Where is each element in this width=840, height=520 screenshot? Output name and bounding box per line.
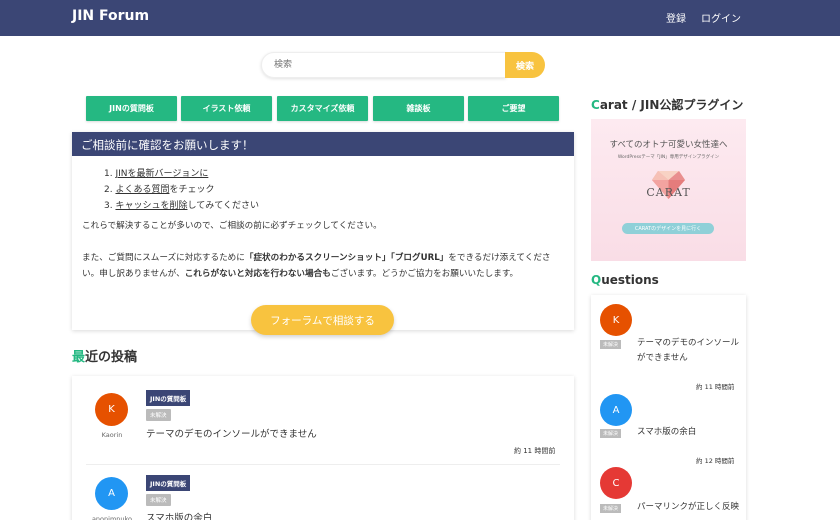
register-link[interactable]: 登録 xyxy=(666,10,686,25)
notice-emphasis: これらがないと対応を行わない場合も xyxy=(184,269,331,279)
site-brand[interactable]: JIN Forum xyxy=(72,8,149,24)
ad-subtitle: WordPressテーマ「JIN」専用デザインプラグイン xyxy=(617,155,720,160)
title-accent: C xyxy=(591,98,600,112)
notice-step: 1. JINを最新バージョンに xyxy=(104,166,259,182)
notice-title: ご相談前に確認をお願いします！ xyxy=(72,132,574,156)
title-text: arat / JIN公認プラグイン xyxy=(599,98,744,112)
title-accent: 最 xyxy=(72,350,86,365)
status-badge: 未解決 xyxy=(146,409,171,421)
notice-step: 3. キャッシュを削除してみてください xyxy=(104,198,259,214)
search-bar: 検索 xyxy=(261,52,545,78)
notice-emphasis: 「症状のわかるスクリーンショット」「ブログURL」 xyxy=(244,253,449,263)
category-button-customize[interactable]: カスタマイズ依頼 xyxy=(277,96,368,121)
notice-text: また、ご質問にスムーズに対応するために xyxy=(82,253,245,263)
update-version-link[interactable]: JINを最新バージョンに xyxy=(115,169,208,179)
avatar[interactable]: K xyxy=(95,393,128,426)
title-accent: Q xyxy=(591,273,602,287)
title-text: uestions xyxy=(601,273,659,287)
recent-posts-list: K Kaorin JINの質問板 未解決 テーマのデモのインソールができません … xyxy=(72,376,574,520)
notice-text: ございます。どうかご協力をお願いいたします。 xyxy=(330,269,519,279)
step-number: 1. xyxy=(104,169,113,179)
category-buttons: JINの質問板 イラスト依頼 カスタマイズ依頼 雑談板 ご要望 xyxy=(86,96,559,121)
avatar[interactable]: C xyxy=(600,467,632,499)
step-number: 3. xyxy=(104,201,113,211)
carat-ad-banner[interactable]: すべてのオトナ可愛い女性達へ WordPressテーマ「JIN」専用デザインプラ… xyxy=(591,119,746,261)
clear-cache-link[interactable]: キャッシュを削除 xyxy=(115,201,187,211)
status-badge: 未解決 xyxy=(600,340,622,349)
step-number: 2. xyxy=(104,185,113,195)
ad-logo: CARAT xyxy=(646,186,691,199)
search-input[interactable] xyxy=(261,52,506,78)
step-text: をチェック xyxy=(169,185,215,195)
notice-steps: 1. JINを最新バージョンに 2. よくある質問をチェック 3. キャッシュを… xyxy=(104,166,259,214)
title-text: 近の投稿 xyxy=(85,350,138,365)
questions-list: K 未解決 テーマのデモのインソールができません 約 11 時間前 A 未解決 … xyxy=(591,295,746,520)
notice-paragraph-1: これらで解決することが多いので、ご相談の前に必ずチェックしてください。 xyxy=(82,221,382,231)
status-badge: 未解決 xyxy=(600,429,622,438)
category-button-illustration[interactable]: イラスト依頼 xyxy=(181,96,272,121)
question-time: 約 11 時間前 xyxy=(696,383,735,391)
category-button-requests[interactable]: ご要望 xyxy=(468,96,559,121)
avatar[interactable]: A xyxy=(600,394,632,426)
question-title-link[interactable]: テーマのデモのインソールができません xyxy=(637,336,743,366)
plugin-section-title: Carat / JIN公認プラグイン xyxy=(591,96,743,113)
login-link[interactable]: ログイン xyxy=(701,10,741,25)
question-title-link[interactable]: スマホ版の余白 xyxy=(637,425,743,440)
post-title-link[interactable]: テーマのデモのインソールができません xyxy=(146,426,317,440)
post-author[interactable]: Kaorin xyxy=(92,431,132,439)
question-time: 約 12 時間前 xyxy=(696,457,735,465)
notice-paragraph-2: また、ご質問にスムーズに対応するために「症状のわかるスクリーンショット」「ブログ… xyxy=(82,250,566,282)
post-category-badge[interactable]: JINの質問板 xyxy=(146,475,191,491)
status-badge: 未解決 xyxy=(600,504,622,513)
avatar[interactable]: K xyxy=(600,304,632,336)
category-button-chat[interactable]: 雑談板 xyxy=(373,96,464,121)
post-time: 約 11 時間前 xyxy=(514,447,556,455)
search-button[interactable]: 検索 xyxy=(505,52,545,78)
site-header: JIN Forum 登録 ログイン xyxy=(0,0,840,36)
questions-section-title: Questions xyxy=(591,273,659,287)
ad-headline: すべてのオトナ可愛い女性達へ xyxy=(609,140,728,150)
avatar[interactable]: A xyxy=(95,477,128,510)
post-category-badge[interactable]: JINの質問板 xyxy=(146,390,191,406)
step-text: してみてください xyxy=(187,201,259,211)
post-title-link[interactable]: スマホ版の余白 xyxy=(146,510,212,520)
main-content: 検索 JINの質問板 イラスト依頼 カスタマイズ依頼 雑談板 ご要望 ご相談前に… xyxy=(0,36,840,520)
ad-cta-button[interactable]: CARATのデザインを見に行く xyxy=(622,223,714,234)
status-badge: 未解決 xyxy=(146,494,171,506)
post-divider xyxy=(86,464,560,465)
category-button-jin-qa[interactable]: JINの質問板 xyxy=(86,96,177,121)
post-author[interactable]: anonimnuko xyxy=(88,515,136,520)
notice-step: 2. よくある質問をチェック xyxy=(104,182,259,198)
faq-link[interactable]: よくある質問 xyxy=(115,185,169,195)
recent-posts-title: 最近の投稿 xyxy=(72,346,137,365)
notice-box: ご相談前に確認をお願いします！ 1. JINを最新バージョンに 2. よくある質… xyxy=(72,132,574,330)
consult-forum-button[interactable]: フォーラムで相談する xyxy=(251,305,394,335)
question-title-link[interactable]: パーマリンクが正しく反映 xyxy=(637,500,743,515)
